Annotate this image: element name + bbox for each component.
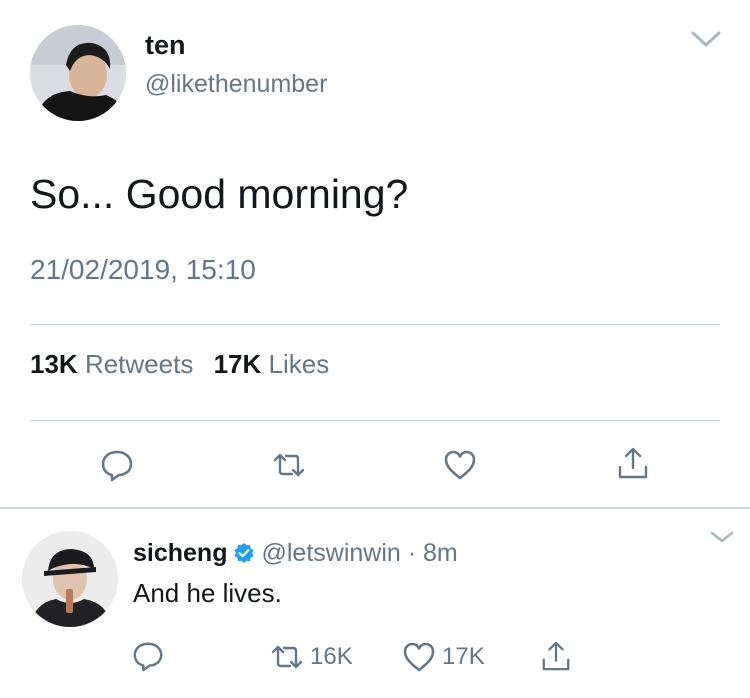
likes-count[interactable]: 17K <box>214 349 262 379</box>
meta-separator: · <box>407 539 417 567</box>
reply-icon[interactable] <box>100 448 134 482</box>
section-divider <box>0 507 750 509</box>
tweet-text: So... Good morning? <box>30 171 409 217</box>
likes-label[interactable]: Likes <box>269 349 330 379</box>
reply-share-button[interactable] <box>540 640 572 674</box>
like-icon[interactable] <box>443 448 477 482</box>
reply-likes-count: 17K <box>442 643 485 670</box>
reply-header: sicheng @letswinwin · 8m <box>133 536 458 570</box>
reply-text: And he lives. <box>133 578 282 608</box>
chevron-down-icon[interactable] <box>689 28 723 50</box>
divider <box>30 324 720 325</box>
chevron-down-icon[interactable] <box>708 528 736 546</box>
retweets-count[interactable]: 13K <box>30 349 78 379</box>
reply-author-handle[interactable]: @letswinwin <box>261 539 400 567</box>
share-icon <box>542 641 570 671</box>
reply-retweets-count: 16K <box>310 643 353 670</box>
avatar-photo-icon <box>22 531 118 627</box>
verified-badge-icon <box>233 539 255 563</box>
retweet-icon[interactable] <box>272 448 306 482</box>
retweet-icon <box>271 645 303 669</box>
divider <box>30 420 720 421</box>
share-icon[interactable] <box>616 446 650 480</box>
author-name[interactable]: ten <box>145 28 186 62</box>
reply-reply-button[interactable] <box>132 640 164 674</box>
reply-time-ago[interactable]: 8m <box>423 539 458 567</box>
like-icon <box>403 642 435 672</box>
reply-like-button[interactable]: 17K <box>402 640 485 674</box>
author-handle[interactable]: @likethenumber <box>145 68 327 100</box>
reply-author-name[interactable]: sicheng <box>133 539 227 567</box>
avatar-photo-icon <box>30 25 126 121</box>
reply-author-avatar[interactable] <box>22 531 118 627</box>
author-avatar[interactable] <box>30 25 126 121</box>
retweets-label[interactable]: Retweets <box>85 349 193 379</box>
reply-icon <box>133 642 163 672</box>
tweet-timestamp[interactable]: 21/02/2019, 15:10 <box>30 252 256 288</box>
tweet-stats: 13K Retweets 17K Likes <box>30 347 329 381</box>
reply-retweet-button[interactable]: 16K <box>270 640 353 674</box>
